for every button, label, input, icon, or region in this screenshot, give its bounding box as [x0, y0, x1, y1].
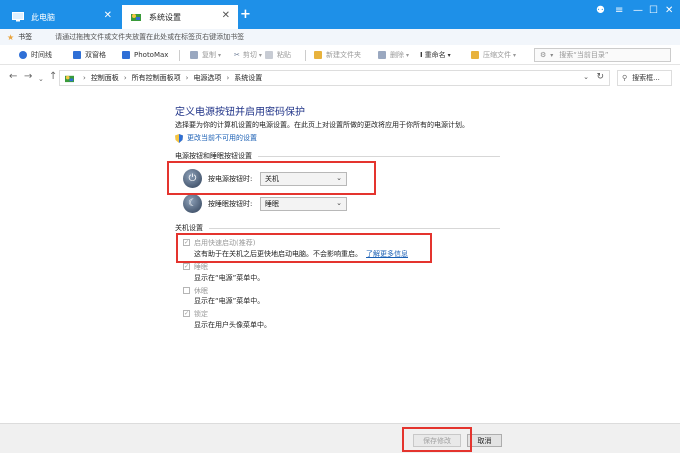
breadcrumb-power-options[interactable]: 电源选项	[193, 73, 221, 83]
hibernate-option-description: 显示在“电源”菜单中。	[194, 297, 265, 305]
window-close-button[interactable]: ✕	[665, 6, 673, 16]
chevron-down-icon[interactable]: ⌄	[583, 73, 589, 81]
computer-icon	[12, 12, 24, 22]
checkbox-checked[interactable]: ✓	[183, 310, 190, 317]
search-input[interactable]: ⚲ 搜索框...	[617, 70, 672, 86]
chevron-down-icon: ▾	[258, 51, 262, 59]
highlight-box-fast-startup	[176, 233, 432, 263]
new-tab-button[interactable]: +	[240, 8, 251, 21]
skin-icon[interactable]: ⚉	[596, 6, 605, 16]
timeline-icon	[19, 51, 27, 59]
sleep-moon-icon: ☾	[183, 194, 202, 213]
close-icon[interactable]: ✕	[222, 11, 230, 21]
shield-icon	[175, 133, 183, 143]
checkbox-checked[interactable]: ✓	[183, 263, 190, 270]
change-settings-link[interactable]: 更改当前不可用的设置	[175, 133, 257, 143]
close-icon[interactable]: ✕	[104, 11, 112, 21]
menu-icon[interactable]: ≡	[615, 6, 623, 16]
checkbox-unchecked[interactable]	[183, 287, 190, 294]
archive-icon	[471, 51, 479, 59]
chevron-down-icon: ▾	[447, 51, 451, 59]
toolbar-search-input[interactable]: ⚙ ▾ 搜索“当前目录”	[534, 48, 671, 62]
breadcrumb-control-panel[interactable]: 控制面板	[91, 73, 119, 83]
breadcrumb-system-settings[interactable]: 系统设置	[234, 73, 262, 83]
lock-option-description: 显示在用户头像菜单中。	[194, 321, 271, 329]
highlight-box-save	[402, 427, 472, 452]
rename-icon: I	[420, 51, 423, 59]
trash-icon	[378, 51, 386, 59]
history-chevron-icon[interactable]: ⌄	[38, 74, 44, 84]
chevron-down-icon: ▾	[513, 51, 517, 59]
chevron-down-icon: ⌄	[336, 198, 342, 207]
section-divider	[258, 156, 500, 157]
toolbar-divider	[305, 50, 306, 61]
paste-icon	[265, 51, 273, 59]
bookmarks-label: 书签	[18, 33, 33, 41]
control-panel-icon	[65, 75, 74, 82]
chevron-down-icon: ▾	[550, 51, 554, 59]
forward-arrow-icon[interactable]: →	[24, 72, 32, 82]
up-arrow-icon[interactable]: ↑	[49, 72, 57, 82]
chevron-right-icon: ›	[123, 74, 127, 82]
folder-icon	[314, 51, 322, 59]
tab-label: 系统设置	[149, 12, 181, 22]
chevron-down-icon: ▾	[406, 51, 410, 59]
rename-button[interactable]: I 重命名 ▾	[420, 49, 451, 61]
main-content: 定义电源按钮并启用密码保护 选择要为你的计算机设置的电源设置。在此页上对设置所做…	[0, 90, 680, 423]
sleep-option[interactable]: ✓ 睡眠	[183, 262, 208, 272]
delete-button[interactable]: 删除 ▾	[378, 49, 409, 61]
sleep-button-select[interactable]: 睡眠 ⌄	[260, 196, 347, 211]
hibernate-option[interactable]: 休眠	[183, 286, 208, 296]
sleep-button-setting: ☾ 按睡眠按钮时: 睡眠 ⌄	[183, 194, 347, 213]
tab-this-pc[interactable]: 此电脑 ✕	[4, 5, 120, 29]
section-heading-buttons: 电源按钮和睡眠按钮设置	[175, 152, 252, 160]
chevron-right-icon: ›	[185, 74, 189, 82]
photomax-button[interactable]: PhotoMax	[122, 49, 168, 61]
page-description: 选择要为你的计算机设置的电源设置。在此页上对设置所做的更改将应用于你所有的电源计…	[175, 121, 469, 129]
star-icon: ★	[7, 32, 15, 42]
minimize-button[interactable]: —	[633, 6, 643, 16]
toolbar: 时间线 双窗格 PhotoMax 复制 ▾ ✂ 剪切 ▾ 粘贴 新建文件夹 删除 ▾ I…	[0, 45, 680, 65]
sleep-option-description: 显示在“电源”菜单中。	[194, 274, 265, 282]
toolbar-divider	[179, 50, 180, 61]
cut-button[interactable]: ✂ 剪切 ▾	[234, 49, 262, 61]
copy-button[interactable]: 复制 ▾	[190, 49, 221, 61]
compress-button[interactable]: 压缩文件 ▾	[471, 49, 516, 61]
back-arrow-icon[interactable]: ←	[9, 72, 17, 82]
chevron-right-icon: ›	[226, 74, 230, 82]
copy-icon	[190, 51, 198, 59]
settings-icon: ⚙	[540, 51, 547, 59]
bookmarks-hint: 请通过拖拽文件或文件夹放置在此处或在标签页右键添加书签	[55, 33, 245, 41]
address-field[interactable]: › 控制面板 › 所有控制面板项 › 电源选项 › 系统设置 ⌄ ↻	[59, 70, 610, 86]
photo-icon	[122, 51, 130, 59]
footer-bar: 保存修改 取消	[0, 423, 680, 453]
cancel-button[interactable]: 取消	[467, 434, 502, 447]
control-panel-icon	[131, 14, 141, 21]
tab-bar: 此电脑 ✕ 系统设置 ✕ + ⚉ ≡ — ☐ ✕	[0, 0, 680, 29]
chevron-down-icon: ▾	[218, 51, 222, 59]
search-icon: ⚲	[622, 74, 628, 82]
page-title: 定义电源按钮并启用密码保护	[175, 107, 305, 118]
timeline-button[interactable]: 时间线	[19, 49, 52, 61]
highlight-box-power-button	[167, 161, 376, 195]
section-divider	[209, 228, 500, 229]
maximize-button[interactable]: ☐	[649, 6, 658, 16]
section-heading-shutdown: 关机设置	[175, 224, 203, 232]
sleep-button-label: 按睡眠按钮时:	[208, 199, 253, 208]
new-folder-button[interactable]: 新建文件夹	[314, 49, 361, 61]
tab-system-settings[interactable]: 系统设置 ✕	[122, 5, 238, 29]
address-bar: ← → ⌄ ↑ › 控制面板 › 所有控制面板项 › 电源选项 › 系统设置 ⌄…	[0, 66, 680, 90]
scissors-icon: ✂	[234, 51, 240, 59]
paste-button[interactable]: 粘贴	[265, 49, 291, 61]
refresh-icon[interactable]: ↻	[596, 72, 604, 82]
chevron-right-icon: ›	[83, 74, 86, 82]
dual-pane-button[interactable]: 双窗格	[73, 49, 106, 61]
bookmarks-bar: ★ 书签 请通过拖拽文件或文件夹放置在此处或在标签页右键添加书签	[0, 29, 680, 45]
breadcrumb-all-items[interactable]: 所有控制面板项	[132, 73, 181, 83]
tab-label: 此电脑	[31, 12, 55, 22]
dual-pane-icon	[73, 51, 81, 59]
lock-option[interactable]: ✓ 锁定	[183, 309, 208, 319]
